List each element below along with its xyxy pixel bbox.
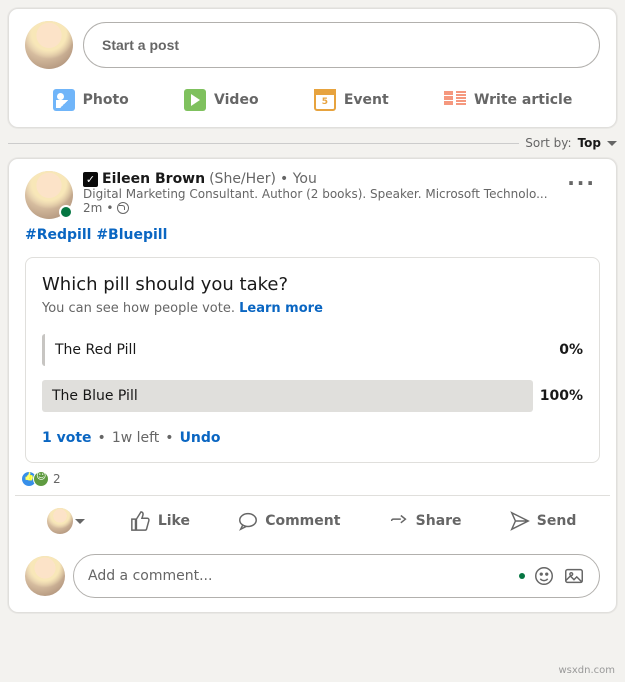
post-body: #Redpill #Bluepill bbox=[9, 219, 616, 247]
compose-article-label: Write article bbox=[474, 92, 572, 108]
globe-icon bbox=[117, 202, 129, 214]
compose-card: Start a post Photo Video Event Write art… bbox=[8, 8, 617, 128]
sort-row[interactable]: Sort by: Top bbox=[8, 136, 617, 150]
like-label: Like bbox=[158, 513, 190, 529]
hashtags[interactable]: #Redpill #Bluepill bbox=[25, 227, 167, 243]
post-meta: ✓ Eileen Brown (She/Her) • You Digital M… bbox=[83, 171, 553, 219]
thumbs-up-icon bbox=[130, 510, 152, 532]
chevron-down-icon bbox=[607, 141, 617, 146]
comment-icon bbox=[237, 510, 259, 532]
poll: Which pill should you take? You can see … bbox=[25, 257, 600, 463]
share-icon bbox=[388, 510, 410, 532]
votes-link[interactable]: 1 vote bbox=[42, 430, 92, 446]
sort-label: Sort by: bbox=[525, 136, 571, 150]
author-avatar[interactable] bbox=[25, 171, 73, 219]
learn-more-link[interactable]: Learn more bbox=[239, 301, 323, 316]
send-icon bbox=[509, 510, 531, 532]
reaction-count: 2 bbox=[53, 472, 61, 486]
compose-article-button[interactable]: Write article bbox=[436, 79, 580, 121]
poll-question: Which pill should you take? bbox=[42, 274, 583, 295]
compose-actions: Photo Video Event Write article bbox=[25, 79, 600, 121]
poll-option[interactable]: The Blue Pill 100% bbox=[42, 380, 583, 412]
share-button[interactable]: Share bbox=[380, 500, 470, 542]
poll-option-label: The Red Pill bbox=[55, 342, 136, 358]
comment-placeholder: Add a comment... bbox=[88, 568, 511, 584]
post-time-row: 2m • bbox=[83, 201, 553, 215]
sort-value: Top bbox=[578, 136, 601, 150]
compose-video-button[interactable]: Video bbox=[176, 79, 267, 121]
author-headline: Digital Marketing Consultant. Author (2 … bbox=[83, 187, 553, 201]
compose-photo-label: Photo bbox=[83, 92, 129, 108]
poll-option-pct: 0% bbox=[539, 342, 583, 358]
comment-label: Comment bbox=[265, 513, 340, 529]
share-label: Share bbox=[416, 513, 462, 529]
post-time: 2m bbox=[83, 201, 102, 215]
poll-bar: The Blue Pill bbox=[42, 380, 533, 412]
premium-badge-icon: ✓ bbox=[83, 172, 98, 187]
presence-indicator bbox=[59, 205, 73, 219]
image-icon[interactable] bbox=[563, 565, 585, 587]
photo-icon bbox=[53, 89, 75, 111]
like-button[interactable]: Like bbox=[122, 500, 198, 542]
divider bbox=[8, 143, 519, 144]
compose-event-button[interactable]: Event bbox=[306, 79, 397, 121]
chevron-down-icon bbox=[75, 519, 85, 524]
typing-indicator-icon bbox=[519, 573, 525, 579]
add-comment-row: Add a comment... bbox=[9, 546, 616, 612]
poll-bar: The Red Pill bbox=[42, 334, 533, 366]
reaction-icons bbox=[25, 471, 49, 487]
poll-subtext: You can see how people vote. Learn more bbox=[42, 301, 583, 316]
poll-options: The Red Pill 0% The Blue Pill 100% bbox=[42, 334, 583, 412]
avatar[interactable] bbox=[25, 21, 73, 69]
emoji-icon[interactable] bbox=[533, 565, 555, 587]
send-label: Send bbox=[537, 513, 577, 529]
post-actions: Like Comment Share Send bbox=[15, 495, 610, 546]
compose-video-label: Video bbox=[214, 92, 259, 108]
poll-option-label: The Blue Pill bbox=[52, 388, 138, 404]
comment-button[interactable]: Comment bbox=[229, 500, 348, 542]
watermark: wsxdn.com bbox=[558, 665, 615, 676]
post-more-button[interactable]: ··· bbox=[563, 171, 600, 195]
post-header: ✓ Eileen Brown (She/Her) • You Digital M… bbox=[9, 159, 616, 219]
author-name[interactable]: Eileen Brown bbox=[102, 171, 205, 187]
poll-footer: 1 vote • 1w left • Undo bbox=[42, 430, 583, 446]
you-label: • You bbox=[280, 171, 317, 187]
compose-photo-button[interactable]: Photo bbox=[45, 79, 137, 121]
comment-as-selector[interactable] bbox=[41, 500, 91, 542]
start-post-button[interactable]: Start a post bbox=[83, 22, 600, 68]
video-icon bbox=[184, 89, 206, 111]
poll-option-pct: 100% bbox=[539, 388, 583, 404]
comment-input[interactable]: Add a comment... bbox=[73, 554, 600, 598]
event-icon bbox=[314, 89, 336, 111]
send-button[interactable]: Send bbox=[501, 500, 585, 542]
article-icon bbox=[444, 89, 466, 111]
compose-event-label: Event bbox=[344, 92, 389, 108]
compose-top: Start a post bbox=[25, 21, 600, 69]
avatar[interactable] bbox=[25, 556, 65, 596]
post-card: ✓ Eileen Brown (She/Her) • You Digital M… bbox=[8, 158, 617, 613]
avatar bbox=[47, 508, 73, 534]
author-pronouns: (She/Her) bbox=[209, 171, 276, 187]
undo-link[interactable]: Undo bbox=[180, 430, 221, 446]
reactions-row[interactable]: 2 bbox=[9, 463, 616, 491]
dot-separator: • bbox=[106, 201, 113, 215]
poll-time-left: 1w left bbox=[112, 430, 159, 446]
poll-option[interactable]: The Red Pill 0% bbox=[42, 334, 583, 366]
celebrate-reaction-icon bbox=[33, 471, 49, 487]
